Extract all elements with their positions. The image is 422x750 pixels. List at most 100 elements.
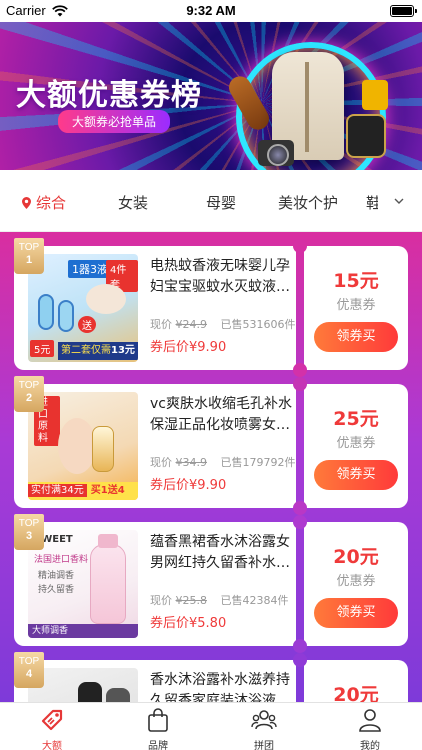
thumb-promo-text: 大师调香 (32, 626, 69, 636)
after-coupon-price: 券后价¥9.90 (150, 340, 227, 355)
product-title[interactable]: 香水沐浴露补水滋养持久留香家庭装沐浴液… (150, 670, 292, 702)
shopping-bag-icon (148, 708, 168, 732)
coupon-list[interactable]: 1器3液 4件套 送 5元 第二套仅需13元 TOP1 电热蚊香液无味婴儿孕妇宝… (0, 232, 422, 702)
product-image[interactable]: 进口原料 实付满34元买1送4 (28, 392, 138, 500)
coupon-area: 25元 优惠券 领券买 (304, 384, 408, 508)
tab-all[interactable]: 综合 (22, 192, 66, 213)
clock: 9:32 AM (186, 3, 236, 18)
rank-number: 3 (25, 530, 33, 542)
get-coupon-button[interactable]: 领券买 (314, 460, 398, 490)
rank-top-text: TOP (18, 518, 40, 529)
tabbar-label: 我的 (360, 741, 380, 750)
thumb-feature: 持久留香 (38, 585, 75, 595)
coupon-amount: 15元 (333, 270, 379, 292)
status-bar: Carrier 9:32 AM (0, 0, 422, 22)
battery-icon (390, 5, 417, 17)
location-pin-icon (22, 197, 31, 209)
tabbar-item-profile[interactable]: 我的 (335, 707, 405, 750)
bottle-pump (98, 534, 118, 548)
category-tabs: 综合 女装 母婴 美妆个护 鞋 (0, 170, 422, 232)
thumb-promo-strip: 大师调香 (28, 624, 138, 638)
tabbar-label: 品牌 (148, 741, 168, 750)
chair-image (362, 80, 388, 110)
coupon-area: 20元 优惠券 领券买 (304, 522, 408, 646)
product-image[interactable]: SWEET 法国进口香料 精油调香 持久留香 大师调香 (28, 530, 138, 638)
rank-badge: TOP 1 (14, 238, 44, 274)
orig-price: ¥24.9 (175, 318, 208, 331)
rank-badge: TOP 4 (14, 652, 44, 688)
product-title[interactable]: 电热蚊香液无味婴儿孕妇宝宝驱蚊水灭蚊液… (150, 256, 292, 298)
coupon-label: 优惠券 (336, 574, 376, 589)
shaver-image (346, 114, 386, 158)
baby-image (86, 284, 126, 314)
banner-subtitle: 大额券必抢单品 (58, 110, 171, 133)
orig-label: 现价 (150, 318, 172, 331)
orig-price: ¥25.8 (175, 594, 208, 607)
product-bottle (106, 688, 130, 702)
coupon-label: 优惠券 (336, 298, 376, 313)
tab-mother-baby[interactable]: 母婴 (206, 192, 236, 213)
coupon-area: 15元 优惠券 领券买 (304, 246, 408, 370)
sold-count: 已售531606件 (220, 318, 296, 331)
after-coupon-price: 券后价¥5.80 (150, 616, 227, 631)
coupon-area: 20元 (304, 660, 408, 702)
product-title[interactable]: 蕴香黑裙香水沐浴露女男网红持久留香补水… (150, 532, 292, 574)
product-image[interactable] (28, 668, 138, 702)
bottom-tab-bar: 大额 品牌 拼团 我的 (0, 702, 422, 750)
tab-beauty[interactable]: 美妆个护 (278, 192, 338, 213)
promo-banner[interactable]: 大额优惠券榜 大额券必抢单品 (0, 22, 422, 170)
product-card[interactable]: 进口原料 实付满34元买1送4 TOP2 vc爽肤水收缩毛孔补水保湿正品化妆喷雾… (14, 376, 408, 515)
product-bottle (92, 426, 114, 472)
coupon-amount: 25元 (333, 408, 379, 430)
coupon-label: 优惠券 (336, 436, 376, 451)
tabbar-label: 拼团 (254, 741, 274, 750)
orig-label: 现价 (150, 456, 172, 469)
thumb-badge: 送 (78, 316, 96, 333)
price-row: 现价 ¥34.9 已售179792件 (150, 454, 296, 470)
product-card[interactable]: 1器3液 4件套 送 5元 第二套仅需13元 TOP1 电热蚊香液无味婴儿孕妇宝… (14, 238, 408, 377)
rank-number: 4 (25, 668, 33, 680)
thumb-promo-price: 13元 (111, 345, 135, 356)
camera-image (258, 140, 294, 166)
banner-title: 大额优惠券榜 (16, 78, 202, 113)
product-image[interactable]: 1器3液 4件套 送 5元 第二套仅需13元 (28, 254, 138, 362)
thumb-promo-strip: 第二套仅需13元 (58, 342, 138, 360)
rank-badge: TOP 2 (14, 376, 44, 412)
tabbar-item-group-buy[interactable]: 拼团 (229, 707, 299, 750)
price-row: 现价 ¥25.8 已售42384件 (150, 592, 289, 608)
product-title[interactable]: vc爽肤水收缩毛孔补水保湿正品化妆喷雾女… (150, 394, 292, 436)
coupon-amount: 20元 (333, 684, 379, 702)
thumb-feature: 精油调香 (38, 571, 75, 581)
product-bottle (38, 294, 54, 330)
tabbar-item-coupons[interactable]: 大额 (17, 707, 87, 750)
after-coupon-price: 券后价¥9.90 (150, 478, 227, 493)
tab-shoes[interactable]: 鞋 (366, 192, 378, 213)
coupon-amount: 20元 (333, 546, 379, 568)
product-card[interactable]: SWEET 法国进口香料 精油调香 持久留香 大师调香 TOP 3 蕴香黑裙香水沐… (14, 514, 408, 653)
chevron-down-icon[interactable] (394, 196, 404, 206)
tab-womens[interactable]: 女装 (118, 192, 148, 213)
rank-top-text: TOP (18, 242, 40, 253)
rank-top-text: TOP (18, 656, 40, 667)
orig-label: 现价 (150, 594, 172, 607)
thumb-badge: 5元 (30, 340, 55, 357)
orig-price: ¥34.9 (175, 456, 208, 469)
get-coupon-button[interactable]: 领券买 (314, 598, 398, 628)
rank-number: 2 (25, 392, 33, 404)
price-row: 现价 ¥24.9 已售531606件 (150, 316, 296, 332)
user-icon (359, 709, 381, 732)
thumb-feature: 法国进口香料 (34, 555, 89, 565)
thumb-promo-text: 实付满34元 (28, 484, 87, 497)
rank-badge: TOP 3 (14, 514, 44, 550)
get-coupon-button[interactable]: 领券买 (314, 322, 398, 352)
tabbar-label: 大额 (42, 741, 62, 750)
tabbar-item-brands[interactable]: 品牌 (123, 707, 193, 750)
rank-number: 1 (25, 254, 33, 266)
sold-count: 已售42384件 (220, 594, 289, 607)
product-bottle (78, 682, 102, 702)
product-bottle (90, 544, 126, 624)
product-card[interactable]: TOP 4 香水沐浴露补水滋养持久留香家庭装沐浴液… 20元 (14, 652, 408, 702)
sold-count: 已售179792件 (220, 456, 296, 469)
coupon-tag-icon (41, 709, 63, 731)
rank-top-text: TOP (18, 380, 40, 391)
